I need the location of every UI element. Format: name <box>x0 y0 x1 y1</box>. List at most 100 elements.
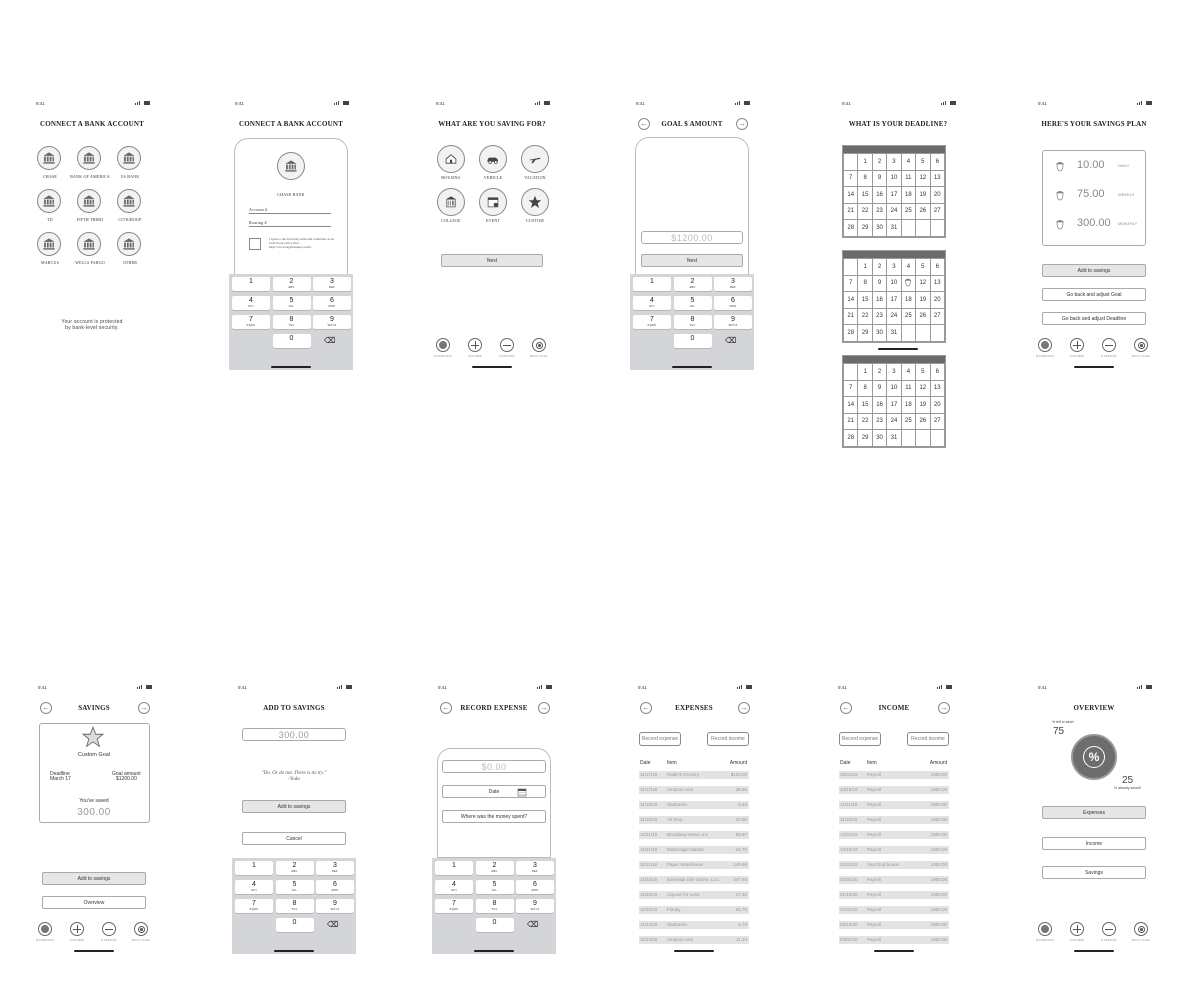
bank-icon[interactable] <box>37 232 61 256</box>
calendar-day[interactable]: 8 <box>857 379 873 397</box>
calendar-day[interactable]: 2 <box>871 258 888 276</box>
star-icon[interactable] <box>521 188 549 216</box>
bank-icon[interactable] <box>77 189 101 213</box>
calendar-day[interactable]: 13 <box>929 169 946 187</box>
key-3[interactable]: 3 DEF <box>714 277 752 291</box>
table-row[interactable]: 11/18/19 Starbucks 5.48 <box>639 801 749 809</box>
expense-amount-input[interactable] <box>442 760 546 773</box>
key-5[interactable]: 5 JKL <box>673 296 712 310</box>
calendar-day[interactable]: 6 <box>929 153 946 171</box>
calendar-day[interactable]: 12 <box>915 379 931 397</box>
calendar-day[interactable]: 7 <box>842 274 859 292</box>
calendar-day[interactable]: 24 <box>886 412 902 430</box>
calendar-day[interactable]: 29 <box>857 429 873 447</box>
key-4[interactable]: 4 GHI <box>232 296 270 310</box>
key-1[interactable]: 1 <box>232 277 270 291</box>
bank-icon[interactable] <box>77 232 101 256</box>
calendar-day[interactable]: 30 <box>871 324 888 342</box>
key-5[interactable]: 5 JKL <box>275 880 314 894</box>
calendar-day[interactable]: 4 <box>900 153 917 171</box>
table-row[interactable]: 11/23/19 Liquour for Less 17.32 <box>639 891 749 899</box>
calendar-day[interactable]: 16 <box>871 396 888 414</box>
key-2[interactable]: 2 ABC <box>275 861 314 875</box>
calendar-day[interactable]: 21 <box>842 202 859 220</box>
college-icon[interactable] <box>437 188 465 216</box>
calendar-day[interactable]: 20 <box>929 291 946 309</box>
table-row[interactable]: 11/21/19 Mississippi Market 44.75 <box>639 846 749 854</box>
tab-new-goal[interactable]: NEW GOAL <box>1126 922 1156 942</box>
calendar-day[interactable]: 27 <box>929 202 946 220</box>
calendar-day[interactable]: 1 <box>857 363 873 381</box>
goal-amount-input[interactable] <box>641 231 743 244</box>
key-1[interactable]: 1 <box>435 861 473 875</box>
calendar-day[interactable]: 21 <box>842 412 859 430</box>
key-8[interactable]: 8 TUV <box>275 899 314 913</box>
calendar-day[interactable]: 28 <box>842 429 859 447</box>
key-4[interactable]: 4 GHI <box>633 296 671 310</box>
key-0[interactable]: 0 <box>272 334 311 348</box>
forward-arrow-icon[interactable]: → <box>538 702 550 714</box>
calendar-day[interactable]: 10 <box>886 169 902 187</box>
calendar-day[interactable]: 18 <box>900 186 917 204</box>
table-row[interactable]: 02/15/20 Payroll 1900.00 <box>839 921 949 929</box>
key-8[interactable]: 8 TUV <box>272 315 311 329</box>
add-to-savings-button[interactable]: Add to savings <box>242 800 346 813</box>
table-row[interactable]: 12/31/19 Year End bonus 1000.00 <box>839 861 949 869</box>
calendar-day[interactable]: 4 <box>900 363 917 381</box>
calendar-day[interactable]: 10 <box>886 379 902 397</box>
calendar-day[interactable]: 6 <box>929 258 946 276</box>
calendar-day[interactable]: 6 <box>929 363 946 381</box>
date-field[interactable]: Date <box>442 785 546 798</box>
key-3[interactable]: 3 DEF <box>516 861 554 875</box>
record-income-button[interactable]: Record income <box>707 732 749 746</box>
tab-overview[interactable]: OVERVIEW <box>1030 922 1060 942</box>
calendar-day[interactable]: 14 <box>842 396 859 414</box>
key-5[interactable]: 5 JKL <box>272 296 311 310</box>
tab-overview[interactable]: OVERVIEW <box>30 922 60 942</box>
calendar-day[interactable]: 15 <box>857 396 873 414</box>
table-row[interactable]: 01/31/20 Payroll 1900.00 <box>839 906 949 914</box>
tab-expense[interactable]: EXPENSE <box>94 922 124 942</box>
calendar-day[interactable]: 27 <box>929 307 946 325</box>
forward-arrow-icon[interactable]: → <box>938 702 950 714</box>
key-7[interactable]: 7 PQRS <box>235 899 273 913</box>
table-row[interactable]: 11/23/19 Floraly 55.75 <box>639 906 749 914</box>
next-button[interactable]: Next <box>641 254 743 267</box>
forward-arrow-icon[interactable]: → <box>736 118 748 130</box>
calendar-day[interactable]: 17 <box>886 186 902 204</box>
calendar-day[interactable]: 24 <box>886 202 902 220</box>
key-0[interactable]: 0 <box>673 334 712 348</box>
table-row[interactable]: 11/21/19 Broadway News, Inc 59.87 <box>639 831 749 839</box>
calendar-day[interactable]: 19 <box>915 291 931 309</box>
calendar-day[interactable]: 14 <box>842 291 859 309</box>
calendar-day[interactable]: 25 <box>900 412 917 430</box>
calendar-day[interactable]: 19 <box>915 396 931 414</box>
calendar-day[interactable]: 23 <box>871 307 888 325</box>
calendar-day[interactable]: 23 <box>871 412 888 430</box>
calendar-day[interactable]: 11 <box>900 169 917 187</box>
key-9[interactable]: 9 WXYZ <box>516 899 554 913</box>
tab-income[interactable]: INCOME <box>62 922 92 942</box>
calendar-day[interactable]: 2 <box>871 363 888 381</box>
calendar-day[interactable]: 17 <box>886 291 902 309</box>
bank-icon[interactable] <box>117 146 141 170</box>
key-2[interactable]: 2 ABC <box>475 861 514 875</box>
tab-new-goal[interactable]: NEW GOAL <box>126 922 156 942</box>
calendar-day[interactable]: 31 <box>886 219 902 237</box>
airplane-icon[interactable] <box>521 145 549 173</box>
calendar-day[interactable]: 18 <box>900 291 917 309</box>
table-row[interactable]: 01/15/20 Payroll 1900.00 <box>839 891 949 899</box>
calendar-day[interactable]: 3 <box>886 363 902 381</box>
table-row[interactable]: 12/15/19 Payroll 1900.00 <box>839 846 949 854</box>
calendar-day[interactable]: 16 <box>871 186 888 204</box>
calendar-day[interactable]: 1 <box>857 258 873 276</box>
key-7[interactable]: 7 PQRS <box>435 899 473 913</box>
key-5[interactable]: 5 JKL <box>475 880 514 894</box>
calendar-day[interactable]: 30 <box>871 219 888 237</box>
where-spent-field[interactable]: Where was the money spent? <box>442 810 546 823</box>
calendar-day[interactable]: 16 <box>871 291 888 309</box>
table-row[interactable]: 11/18/19 76 Stop 22.90 <box>639 816 749 824</box>
table-row[interactable]: 12/01/19 Payroll 1900.00 <box>839 831 949 839</box>
tab-expense[interactable]: EXPENSE <box>1094 922 1124 942</box>
add-to-savings-button[interactable]: Add to savings <box>1042 264 1146 277</box>
